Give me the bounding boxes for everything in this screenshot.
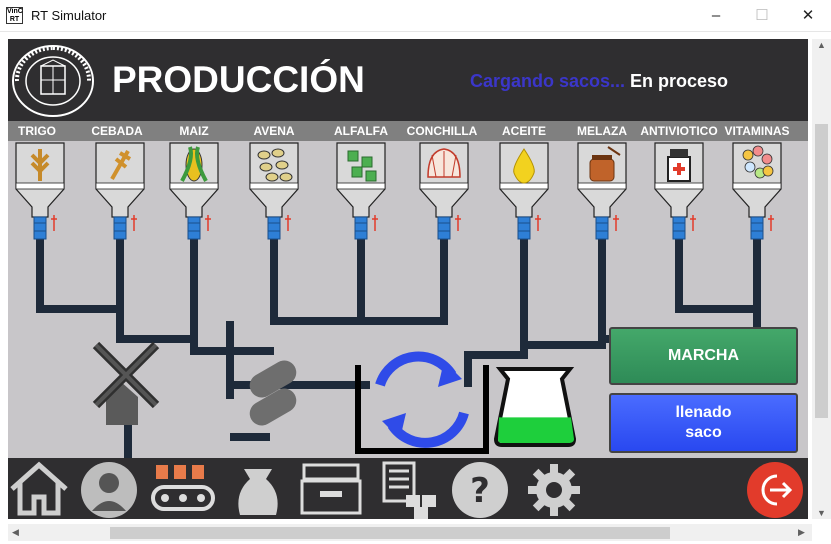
svg-text:?: ? [470,471,490,511]
header-bar: PRODUCCIÓN Cargando sacos... En proceso [8,39,808,121]
conveyor-icon[interactable] [150,461,216,517]
ingredient-label: VITAMINAS [724,124,790,138]
hopper-maiz[interactable] [169,142,219,240]
production-panel: PRODUCCIÓN Cargando sacos... En proceso … [8,39,808,519]
inventory-icon[interactable] [378,461,440,519]
ingredient-label: CONCHILLA [406,124,478,138]
loading-status-text: Cargando sacos... [470,71,626,91]
close-button[interactable]: ✕ [785,0,831,31]
hopper-melaza[interactable] [577,142,627,240]
exit-icon[interactable] [746,461,804,519]
ingredient-label: ANTIVIOTICO [640,124,718,138]
llenado-saco-label: llenado saco [675,404,732,441]
hopper-aceite[interactable] [499,142,549,240]
gear-icon[interactable] [524,461,584,519]
minimize-button[interactable]: – [693,0,739,31]
ingredient-label: ALFALFA [334,124,388,138]
user-icon[interactable] [80,461,138,519]
page-title: PRODUCCIÓN [112,59,365,100]
process-status-text: En proceso [630,71,729,91]
scroll-up-arrow[interactable]: ▲ [817,40,826,50]
medicine-bottle-icon [667,149,691,182]
ingredient-label-bar: TRIGO CEBADA MAIZ AVENA ALFALFA CONCHILL… [8,121,808,141]
ingredient-label: AVENA [253,124,295,138]
hopper-antiviotico[interactable] [654,142,704,240]
marcha-label: MARCHA [667,347,740,364]
university-seal-logo [12,45,94,117]
app-icon: VinC RT [6,7,23,24]
hopper-alfalfa[interactable] [336,142,386,240]
scroll-right-arrow[interactable]: ▶ [798,527,805,538]
scroll-down-arrow[interactable]: ▼ [817,508,826,518]
marcha-button[interactable]: MARCHA [609,327,798,385]
rollers-icon [249,360,297,426]
mill-icon [92,341,160,425]
ingredient-label: MELAZA [577,124,627,138]
llenado-saco-button[interactable]: llenado saco [609,393,798,453]
sack-tank [493,367,577,447]
window-titlebar: VinC RT RT Simulator – ☐ ✕ [0,0,831,32]
scroll-left-arrow[interactable]: ◀ [12,527,19,538]
bottom-toolbar: ? [8,458,808,519]
hopper-vitaminas[interactable] [732,142,782,240]
archive-icon[interactable] [298,461,364,517]
ingredient-label: CEBADA [91,124,143,138]
hopper-conchilla[interactable] [419,142,469,240]
ingredient-label: MAIZ [179,124,209,138]
help-icon[interactable]: ? [450,461,510,519]
home-icon[interactable] [8,461,70,517]
hopper-trigo[interactable] [15,142,65,240]
ingredient-label: ACEITE [501,124,547,138]
sack-icon[interactable] [230,461,286,519]
hopper-avena[interactable] [249,142,299,240]
hopper-cebada[interactable] [95,142,145,240]
window-title: RT Simulator [31,8,107,23]
ingredient-label: TRIGO [18,124,56,138]
maximize-button[interactable]: ☐ [739,0,785,31]
horizontal-scroll-thumb[interactable] [110,527,670,539]
vertical-scroll-thumb[interactable] [815,124,828,418]
